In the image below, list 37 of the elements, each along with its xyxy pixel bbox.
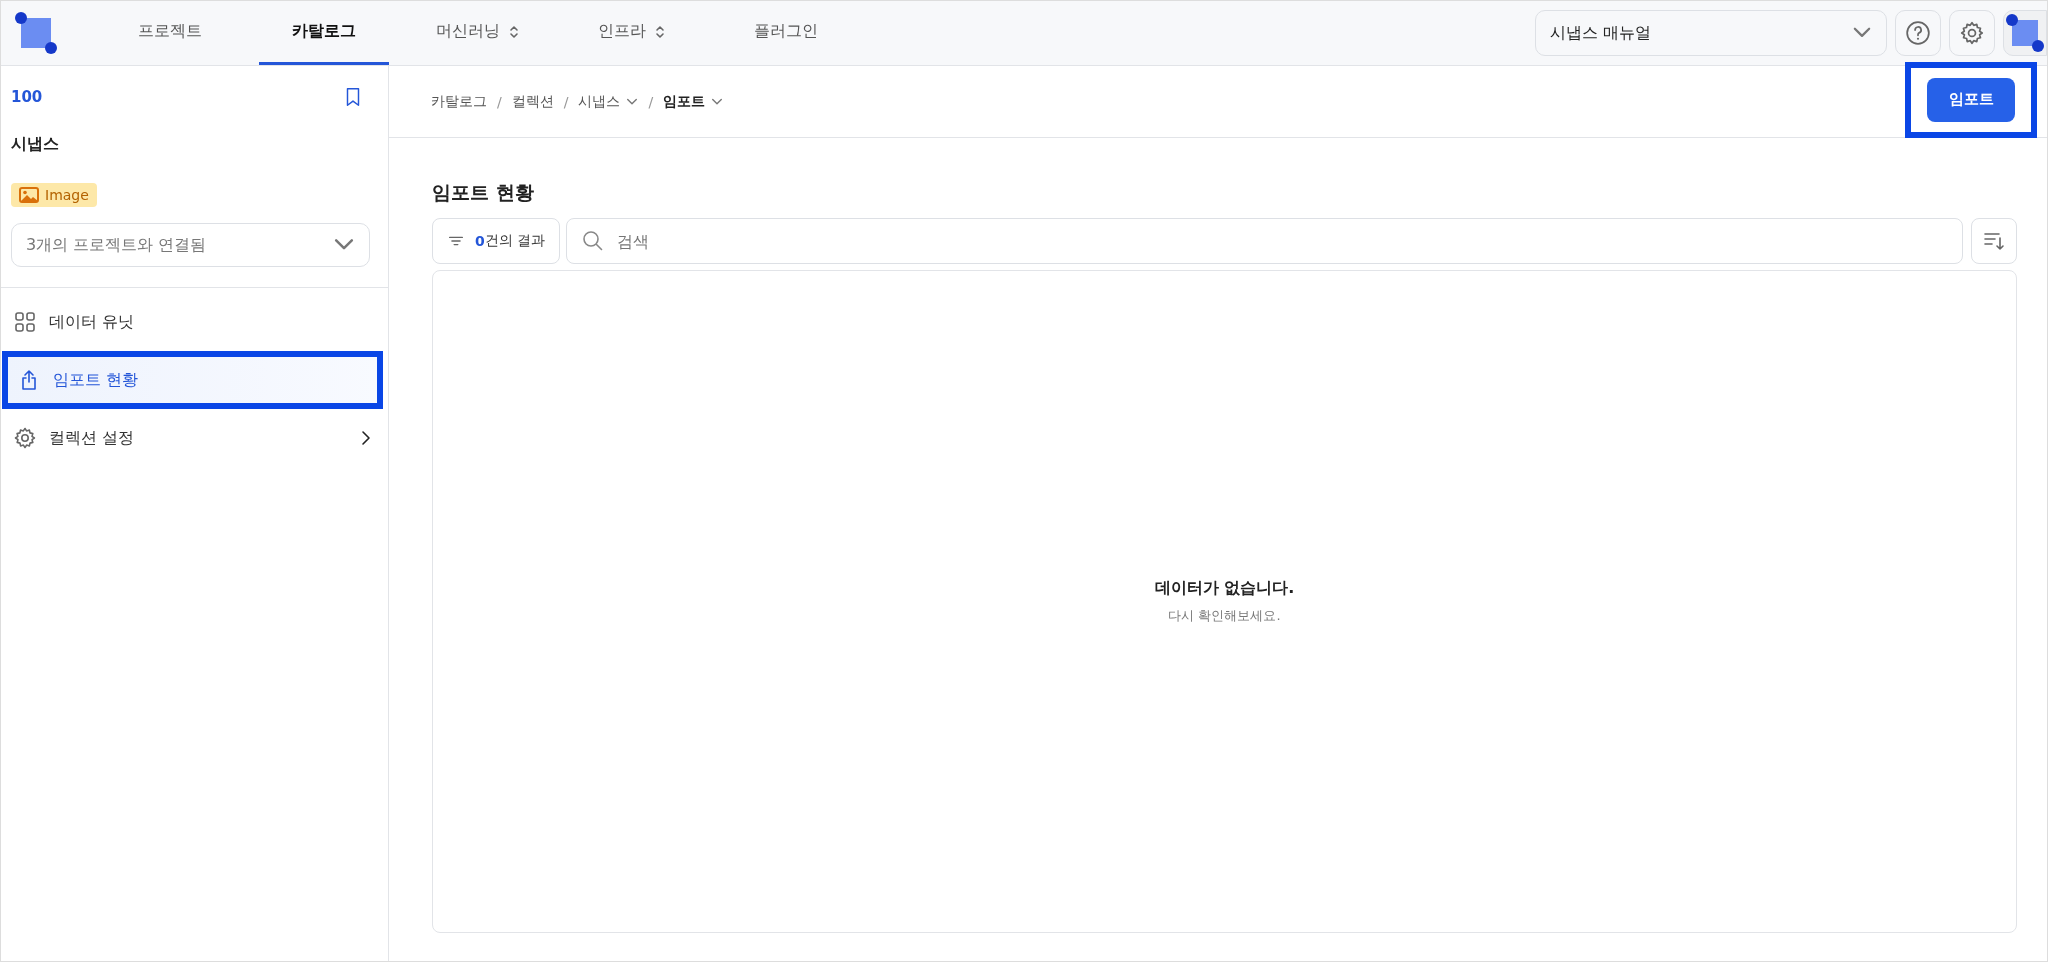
nav-tab[interactable]: 프로젝트 — [105, 1, 235, 65]
help-button[interactable] — [1895, 10, 1941, 56]
grid-icon — [13, 310, 37, 334]
breadcrumb-link[interactable]: 카탈로그 — [431, 92, 487, 111]
image-tag: Image — [11, 183, 97, 207]
empty-title: 데이터가 없습니다. — [1154, 578, 1295, 599]
breadcrumb-separator: / — [648, 93, 654, 110]
breadcrumb-link[interactable]: 시냅스 — [578, 92, 639, 111]
empty-message: 다시 확인해보세요. — [1168, 607, 1281, 625]
settings-icon — [13, 426, 37, 450]
avatar-icon — [2006, 14, 2044, 52]
sidebar-item[interactable]: 데이터 유닛 — [1, 296, 388, 348]
filter-button[interactable]: 0건의 결과 — [432, 218, 561, 264]
avatar-button[interactable] — [2003, 10, 2047, 56]
sidebar-item[interactable]: 컬렉션 설정 — [1, 412, 388, 464]
manual-select[interactable]: 시냅스 매뉴얼 — [1535, 10, 1887, 56]
sidebar-item[interactable]: 임포트 현황 — [5, 354, 380, 406]
breadcrumb-separator: / — [563, 93, 569, 110]
nav-tab[interactable]: 카탈로그 — [259, 1, 389, 65]
search-field[interactable]: 검색 — [566, 218, 1963, 264]
settings-button[interactable] — [1949, 10, 1995, 56]
sort-button[interactable] — [1971, 218, 2017, 264]
import-button[interactable]: 임포트 — [1927, 77, 2015, 122]
collection-title: 시냅스 — [11, 134, 60, 155]
section-title: 임포트 현황 — [432, 180, 535, 205]
nav-tab[interactable]: 인프라 — [567, 1, 697, 65]
settings-icon — [1959, 20, 1985, 46]
nav-tab[interactable]: 플러그인 — [721, 1, 851, 65]
breadcrumb-link[interactable]: 임포트 — [663, 92, 724, 111]
breadcrumb-link[interactable]: 컬렉션 — [511, 92, 554, 111]
image-icon — [19, 186, 39, 204]
breadcrumb-separator: / — [497, 93, 502, 110]
collection-count: 100 — [11, 88, 43, 106]
nav-tab[interactable]: 머신러닝 — [413, 1, 543, 65]
project-select[interactable]: 3개의 프로젝트와 연결됨 — [11, 223, 370, 267]
help-icon — [1905, 20, 1931, 46]
logo-icon — [15, 12, 57, 54]
